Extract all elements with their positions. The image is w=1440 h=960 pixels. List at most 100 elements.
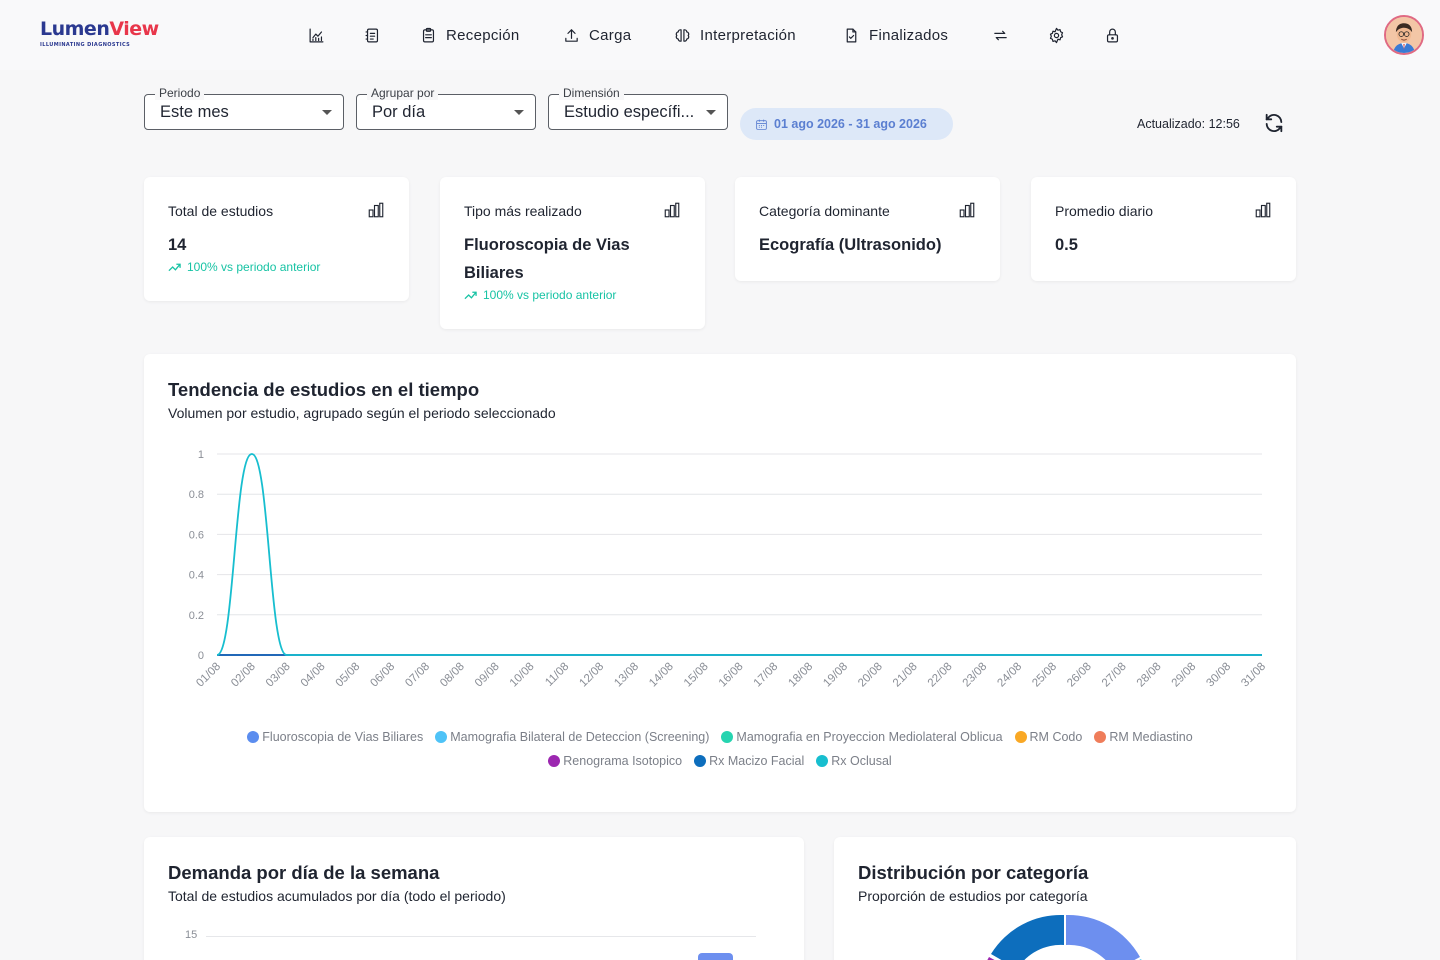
donut-slice xyxy=(1066,914,1140,960)
agrupar-select[interactable]: Agrupar por Por día xyxy=(356,86,536,130)
x-tick-label: 22/08 xyxy=(926,661,955,690)
x-tick-label: 01/08 xyxy=(194,661,223,690)
bar-chart-icon[interactable] xyxy=(1254,201,1272,219)
nav-dashboard[interactable] xyxy=(308,24,325,46)
nav-label-interpretacion: Interpretación xyxy=(700,26,796,44)
x-tick-label: 26/08 xyxy=(1065,661,1094,690)
trending-up-icon xyxy=(464,291,477,300)
brain-icon xyxy=(675,28,690,42)
x-tick-label: 27/08 xyxy=(1100,661,1129,690)
x-tick-label: 08/08 xyxy=(438,661,467,690)
refresh-button[interactable] xyxy=(1263,112,1285,134)
nav-settings[interactable] xyxy=(1048,24,1065,46)
legend-dot xyxy=(1094,731,1107,743)
nav-label-carga: Carga xyxy=(589,26,632,44)
logo-text-lumen: Lumen xyxy=(40,18,110,40)
bar-chart-icon[interactable] xyxy=(663,201,681,219)
chart-legend: Fluoroscopia de Vias Biliares Mamografia … xyxy=(144,730,1296,744)
x-tick-label: 07/08 xyxy=(403,661,432,690)
legend-dot xyxy=(548,755,561,767)
agrupar-value: Por día xyxy=(372,103,426,121)
kpi-title: Total de estudios xyxy=(168,203,274,219)
kpi-value: Ecografía (Ultrasonido) xyxy=(759,236,942,254)
x-tick-label: 03/08 xyxy=(264,661,293,690)
weekday-ytick: 15 xyxy=(185,929,198,941)
kpi-card-tipo: Tipo más realizado Fluoroscopia de Vias … xyxy=(440,177,705,329)
legend-label: RM Codo xyxy=(1029,730,1083,744)
dimension-label: Dimensión xyxy=(559,86,624,100)
chevron-down-icon xyxy=(706,110,716,115)
x-tick-label: 23/08 xyxy=(961,661,990,690)
lock-icon xyxy=(1106,28,1119,42)
kpi-delta-text: 100% vs periodo anterior xyxy=(483,288,617,302)
x-tick-label: 20/08 xyxy=(856,661,885,690)
x-tick-label: 17/08 xyxy=(752,661,781,690)
legend-item[interactable]: Fluoroscopia de Vias Biliares xyxy=(247,730,423,744)
category-donut-chart[interactable] xyxy=(834,907,1296,960)
trend-subtitle: Volumen por estudio, agrupado según el p… xyxy=(168,405,556,421)
x-tick-label: 09/08 xyxy=(473,661,502,690)
legend-item[interactable]: Renograma Isotopico xyxy=(548,754,682,768)
nav-lock[interactable] xyxy=(1104,24,1121,46)
legend-label: Renograma Isotopico xyxy=(563,754,683,768)
legend-item[interactable]: Mamografia Bilateral de Deteccion (Scree… xyxy=(435,730,709,744)
weekday-bar[interactable] xyxy=(698,953,733,960)
chart-legend-row-2: Renograma Isotopico Rx Macizo Facial Rx Oc… xyxy=(144,754,1296,768)
bar-chart-icon[interactable] xyxy=(367,201,385,219)
weekday-subtitle: Total de estudios acumulados por día (to… xyxy=(168,888,506,904)
app-logo[interactable]: LumenView ILLUMINATING DIAGNOSTICS xyxy=(40,19,159,48)
legend-dot xyxy=(694,755,707,767)
id-card-icon xyxy=(365,28,379,42)
user-avatar[interactable] xyxy=(1384,15,1424,55)
legend-dot xyxy=(435,731,448,743)
x-tick-label: 14/08 xyxy=(647,661,676,690)
refresh-icon xyxy=(1265,113,1283,133)
x-tick-label: 19/08 xyxy=(821,661,850,690)
kpi-card-promedio: Promedio diario 0.5 xyxy=(1031,177,1296,281)
nav-interpretacion[interactable]: Interpretación xyxy=(674,24,796,46)
legend-item[interactable]: Mamografia en Proyeccion Mediolateral Ob… xyxy=(721,730,1003,744)
swap-arrows-icon xyxy=(994,30,1007,40)
gear-icon xyxy=(1049,27,1064,43)
kpi-value: 14 xyxy=(168,236,187,254)
nav-recepcion[interactable]: Recepción xyxy=(420,24,520,46)
x-tick-label: 16/08 xyxy=(717,661,746,690)
legend-dot xyxy=(1014,731,1027,743)
legend-label: Mamografia Bilateral de Deteccion (Scree… xyxy=(450,730,710,744)
calendar-icon xyxy=(756,119,767,130)
series-line[interactable] xyxy=(216,453,1262,656)
legend-dot xyxy=(816,755,829,767)
legend-item[interactable]: RM Mediastino xyxy=(1094,730,1193,744)
nav-patients[interactable] xyxy=(364,24,381,46)
updated-timestamp: Actualizado: 12:56 xyxy=(1137,117,1240,131)
kpi-delta: 100% vs periodo anterior xyxy=(168,260,320,274)
x-tick-label: 18/08 xyxy=(786,661,815,690)
nav-carga[interactable]: Carga xyxy=(563,24,631,46)
legend-label: Fluoroscopia de Vias Biliares xyxy=(262,730,424,744)
date-range-chip[interactable]: 01 ago 2026 - 31 ago 2026 xyxy=(740,108,953,140)
x-tick-label: 30/08 xyxy=(1204,661,1233,690)
periodo-label: Periodo xyxy=(155,86,205,100)
legend-item[interactable]: Rx Oclusal xyxy=(816,754,892,768)
file-check-icon xyxy=(846,28,857,42)
dimension-select[interactable]: Dimensión Estudio específi... xyxy=(548,86,728,130)
category-subtitle: Proporción de estudios por categoría xyxy=(858,888,1088,904)
x-tick-label: 24/08 xyxy=(995,661,1024,690)
legend-item[interactable]: RM Codo xyxy=(1014,730,1083,744)
bar-chart-icon[interactable] xyxy=(958,201,976,219)
y-tick-label: 1 xyxy=(198,449,204,461)
nav-finalizados[interactable]: Finalizados xyxy=(843,24,948,46)
chart-line-icon xyxy=(309,28,324,42)
category-chart-card: Distribución por categoría Proporción de… xyxy=(834,837,1296,960)
weekday-title: Demanda por día de la semana xyxy=(168,862,440,883)
kpi-card-total: Total de estudios 14 100% vs periodo ant… xyxy=(144,177,409,301)
nav-transfer[interactable] xyxy=(992,24,1009,46)
y-tick-label: 0.4 xyxy=(189,570,204,582)
weekday-chart-card: Demanda por día de la semana Total de es… xyxy=(144,837,804,960)
x-tick-label: 02/08 xyxy=(229,661,258,690)
periodo-select[interactable]: Periodo Este mes xyxy=(144,86,344,130)
upload-icon xyxy=(565,28,578,42)
avatar-illustration xyxy=(1386,17,1422,53)
legend-item[interactable]: Rx Macizo Facial xyxy=(694,754,804,768)
x-tick-label: 29/08 xyxy=(1170,661,1199,690)
